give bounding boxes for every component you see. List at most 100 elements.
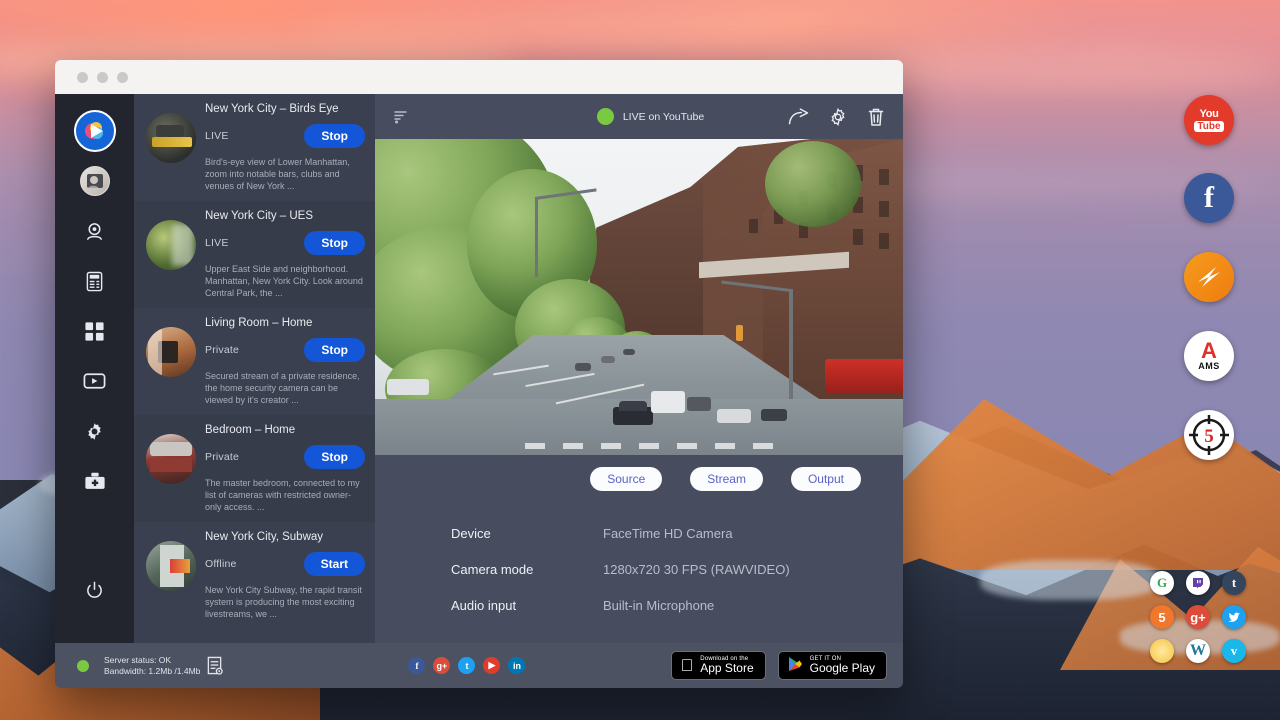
camera-list-item[interactable]: New York City – Birds Eye LIVE Stop Bird… xyxy=(134,94,375,201)
social-linkedin-icon[interactable]: in xyxy=(508,657,525,674)
sidebar-item-settings[interactable] xyxy=(73,406,117,456)
window-titlebar[interactable] xyxy=(55,60,903,94)
ams-label: AMS xyxy=(1198,361,1220,371)
video-car xyxy=(575,363,591,371)
crosshair-five-icon: 5 xyxy=(1186,412,1232,458)
mini-icon-google-plus[interactable]: g+ xyxy=(1186,605,1210,629)
play-logo-icon xyxy=(82,118,108,144)
social-twitter-icon[interactable]: t xyxy=(458,657,475,674)
detail-key: Device xyxy=(451,526,603,541)
camera-list-item[interactable]: New York City, Subway Offline Start New … xyxy=(134,522,375,629)
webcam-icon xyxy=(84,221,105,242)
camera-action-button[interactable]: Stop xyxy=(304,231,365,255)
mini-icon-five[interactable]: 5 xyxy=(1150,605,1174,629)
camera-action-button[interactable]: Start xyxy=(304,552,365,576)
video-car xyxy=(717,409,751,423)
server-status-label: Server status: OK xyxy=(104,655,200,666)
minimize-button[interactable] xyxy=(97,72,108,83)
sidebar-item-schedule[interactable] xyxy=(73,256,117,306)
sidebar-item-power[interactable] xyxy=(73,565,117,615)
video-lamp-pole xyxy=(535,197,538,277)
google-play-badge[interactable]: GET IT ON Google Play xyxy=(778,651,887,680)
camera-action-button[interactable]: Stop xyxy=(304,124,365,148)
mini-icon-twitch[interactable] xyxy=(1186,571,1210,595)
close-button[interactable] xyxy=(77,72,88,83)
apple-logo-icon:  xyxy=(681,657,694,674)
camera-list-item[interactable]: Living Room – Home Private Stop Secured … xyxy=(134,308,375,415)
power-icon xyxy=(85,581,104,600)
detail-value[interactable]: FaceTime HD Camera xyxy=(603,526,733,541)
mini-icon-grammarly[interactable]: G xyxy=(1150,571,1174,595)
tab-stream[interactable]: Stream xyxy=(690,467,763,491)
adobe-a-glyph: A xyxy=(1201,341,1217,361)
twitch-icon xyxy=(1192,577,1204,589)
camera-title: New York City – Birds Eye xyxy=(205,103,365,115)
mini-icon-vimeo[interactable]: v xyxy=(1222,639,1246,663)
user-avatar[interactable] xyxy=(80,166,110,196)
camera-state: Offline xyxy=(205,558,237,570)
live-status-dot xyxy=(597,108,614,125)
social-links: f g+ t ▶ in xyxy=(223,657,670,674)
detail-row: Camera mode 1280x720 30 FPS (RAWVIDEO) xyxy=(451,551,903,587)
dock-icon-youtube[interactable]: You Tube xyxy=(1184,95,1234,145)
lightning-bolt-icon xyxy=(1192,260,1226,294)
cloud-band xyxy=(300,14,820,52)
video-preview[interactable] xyxy=(375,139,903,455)
mini-icon-sun[interactable] xyxy=(1150,639,1174,663)
detail-row: Audio input Built-in Microphone xyxy=(451,587,903,623)
social-facebook-icon[interactable]: f xyxy=(408,657,425,674)
sidebar-item-broadcast[interactable] xyxy=(73,356,117,406)
video-car xyxy=(623,349,635,355)
svg-text:5: 5 xyxy=(1204,426,1214,447)
video-traffic-light xyxy=(736,325,743,341)
dock-icon-five[interactable]: 5 xyxy=(1184,410,1234,460)
dock-icon-adobe-ams[interactable]: A AMS xyxy=(1184,331,1234,381)
mini-icon-tumblr[interactable]: t xyxy=(1222,571,1246,595)
camera-action-button[interactable]: Stop xyxy=(304,338,365,362)
mini-label: t xyxy=(1232,575,1236,591)
camera-thumbnail xyxy=(146,113,196,163)
tab-pill-group: Source Stream Output xyxy=(375,455,903,491)
video-car xyxy=(601,356,615,363)
server-status-dot xyxy=(77,660,89,672)
detail-value[interactable]: 1280x720 30 FPS (RAWVIDEO) xyxy=(603,562,790,577)
mini-label: W xyxy=(1190,642,1206,660)
mini-label: v xyxy=(1231,643,1238,659)
social-youtube-icon[interactable]: ▶ xyxy=(483,657,500,674)
google-play-icon xyxy=(788,656,803,672)
detail-value[interactable]: Built-in Microphone xyxy=(603,598,714,613)
sidebar-item-addons[interactable] xyxy=(73,456,117,506)
sort-filter-icon[interactable] xyxy=(393,109,409,125)
add-camera-button[interactable]: + Add Camera xyxy=(134,629,375,643)
tab-source[interactable]: Source xyxy=(590,467,662,491)
camera-list-item[interactable]: New York City – UES LIVE Stop Upper East… xyxy=(134,201,375,308)
trash-icon[interactable] xyxy=(867,107,885,127)
sidebar-rail xyxy=(55,94,134,643)
note-info-icon[interactable] xyxy=(206,656,223,675)
camera-description: Secured stream of a private residence, t… xyxy=(205,370,365,406)
mini-icon-wordpress[interactable]: W xyxy=(1186,639,1210,663)
camera-thumbnail xyxy=(146,220,196,270)
user-avatar-icon xyxy=(85,171,105,191)
sidebar-item-cameras[interactable] xyxy=(73,206,117,256)
toolbox-plus-icon xyxy=(84,472,106,491)
video-truck xyxy=(651,391,685,413)
share-arrow-icon[interactable] xyxy=(788,108,809,125)
broadcast-screen-icon xyxy=(83,372,106,390)
app-store-badge[interactable]:  Download on the App Store xyxy=(671,651,766,680)
camera-action-button[interactable]: Stop xyxy=(304,445,365,469)
camera-title: Living Room – Home xyxy=(205,317,365,329)
dock-icon-facebook[interactable]: f xyxy=(1184,173,1234,223)
sidebar-item-grid[interactable] xyxy=(73,306,117,356)
mini-icon-twitter[interactable] xyxy=(1222,605,1246,629)
camera-list-item[interactable]: Bedroom – Home Private Stop The master b… xyxy=(134,415,375,522)
dock-icon-bolt[interactable] xyxy=(1184,252,1234,302)
camera-title: Bedroom – Home xyxy=(205,424,365,436)
camera-thumbnail xyxy=(146,434,196,484)
google-play-big-label: Google Play xyxy=(810,662,875,675)
maximize-button[interactable] xyxy=(117,72,128,83)
social-google-plus-icon[interactable]: g+ xyxy=(433,657,450,674)
tab-output[interactable]: Output xyxy=(791,467,861,491)
gear-icon[interactable] xyxy=(828,107,848,127)
app-logo[interactable] xyxy=(74,110,116,152)
